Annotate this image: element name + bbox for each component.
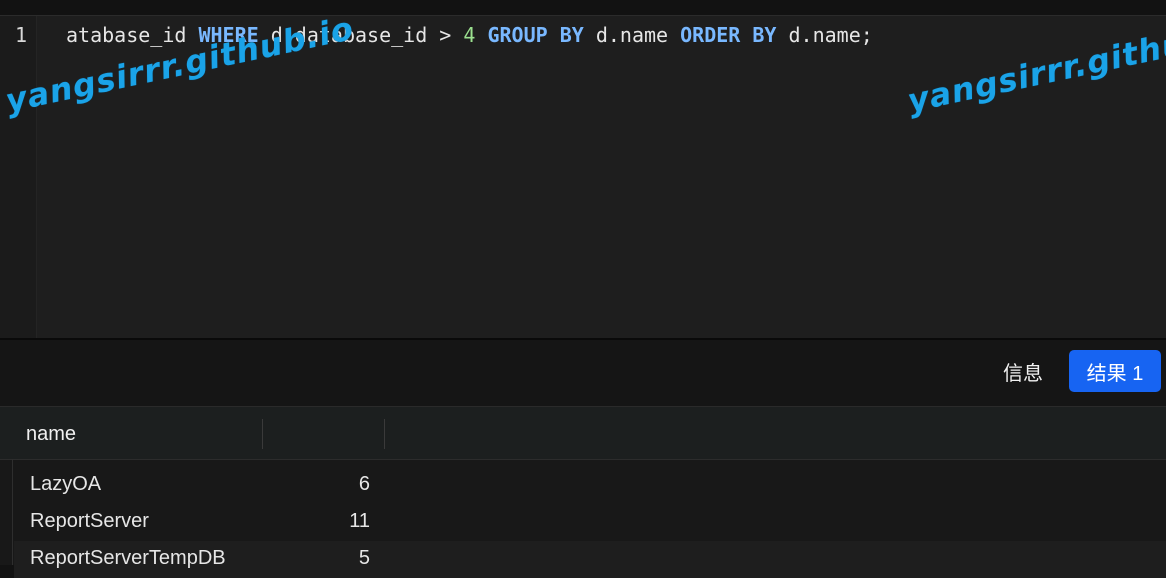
line-number: 1 (15, 23, 28, 47)
sql-keyword: WHERE (198, 23, 259, 47)
table-row[interactable]: ReportServer 11 (14, 504, 1166, 541)
grid-header: name (0, 407, 1166, 460)
column-header-name[interactable]: name (26, 423, 76, 446)
sql-text: d.database_id > (258, 23, 464, 47)
cell-name: ReportServerTempDB (30, 547, 226, 569)
column-separator[interactable] (262, 419, 263, 449)
cell-name: LazyOA (30, 473, 102, 495)
sql-editor[interactable]: 1 atabase_id WHERE d.database_id > 4 GRO… (0, 15, 1166, 339)
sql-keyword: GROUP BY (487, 23, 584, 47)
row-indicator-bar (12, 459, 13, 565)
cell-count: 5 (358, 547, 370, 569)
tab-info[interactable]: 信息 (989, 350, 1057, 392)
sql-number: 4 (463, 23, 476, 47)
column-separator[interactable] (384, 419, 385, 449)
cell-name: ReportServer (30, 510, 149, 532)
sql-text: atabase_id (66, 23, 199, 47)
sql-text: d.name; (776, 23, 873, 47)
code-line[interactable]: atabase_id WHERE d.database_id > 4 GROUP… (66, 23, 873, 47)
cell-count: 11 (349, 510, 370, 532)
sql-text: d.name (583, 23, 681, 47)
result-grid: name LazyOA 6 ReportServer 11 ReportServ… (0, 406, 1166, 578)
sql-keyword: ORDER BY (680, 23, 777, 47)
line-number-gutter: 1 (0, 16, 37, 339)
cell-count: 6 (358, 473, 370, 495)
table-row[interactable]: ReportServerTempDB 5 (14, 541, 1166, 578)
result-toolbar: 信息 结果 1 (0, 340, 1166, 406)
table-row[interactable]: LazyOA 6 (14, 467, 1166, 504)
tab-result-1[interactable]: 结果 1 (1069, 350, 1161, 392)
